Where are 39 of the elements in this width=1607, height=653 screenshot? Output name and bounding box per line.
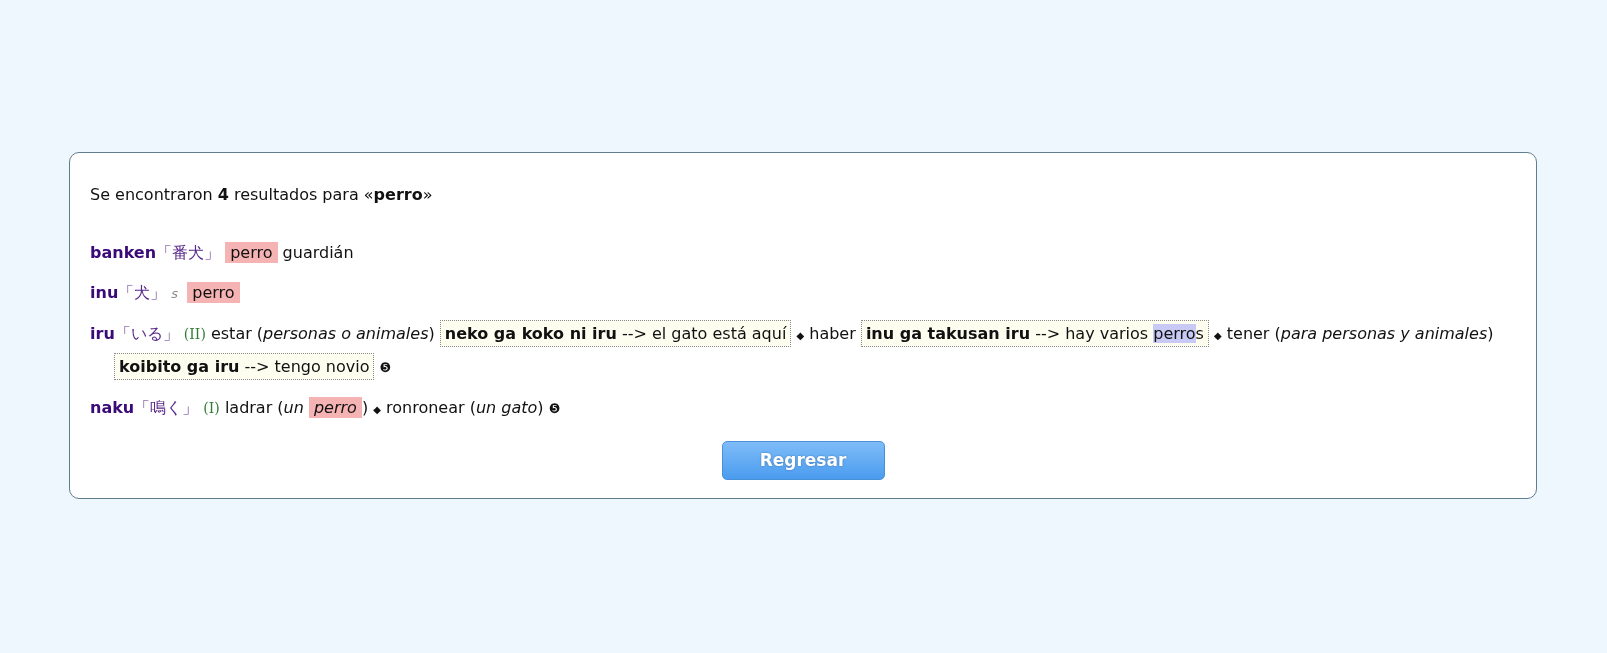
arrow-text: --> — [1035, 324, 1061, 343]
kanji-reading: 「鳴く」 — [134, 398, 199, 417]
headword: naku — [90, 398, 135, 417]
kanji-reading: 「番犬」 — [156, 243, 221, 262]
definition-text: tengo novio — [274, 357, 370, 376]
match-highlight: perro — [187, 282, 240, 303]
example-source: koibito ga iru — [119, 357, 240, 376]
back-button[interactable]: Regresar — [721, 441, 885, 480]
example-source: inu ga takusan iru — [865, 324, 1031, 343]
arrow-text: --> — [244, 357, 270, 376]
headword: banken — [90, 243, 157, 262]
match-highlight: perro — [225, 242, 278, 263]
kanji-reading: 「いる」 — [114, 324, 179, 343]
match-highlight: perro — [308, 397, 362, 418]
word-tag: s — [171, 286, 179, 301]
results-summary: Se encontraron 4 resultados para «perro» — [90, 184, 433, 206]
separator-icon: ◆ — [1213, 330, 1222, 341]
match-highlight: perro — [1153, 324, 1196, 343]
note-icon: ❺ — [548, 401, 561, 416]
definition-text: guardián — [282, 243, 354, 262]
note-icon: ❺ — [379, 360, 392, 375]
kanji-reading: 「犬」 — [118, 283, 167, 302]
definition-text: ) — [361, 398, 369, 417]
definition-text: el gato está aquí — [652, 324, 787, 343]
definition-text: s — [1195, 324, 1204, 343]
separator-icon: ◆ — [796, 330, 805, 341]
example-source: neko ga koko ni iru — [444, 324, 617, 343]
verb-class: (II) — [183, 326, 206, 342]
definition-text: estar (personas o animales) — [210, 324, 435, 343]
definition-text: ronronear (un gato) — [386, 398, 544, 417]
definition-text: haber — [809, 324, 856, 343]
verb-class: (I) — [203, 400, 220, 416]
headword: inu — [90, 283, 119, 302]
headword: iru — [90, 324, 115, 343]
separator-icon: ◆ — [373, 404, 381, 415]
definition-text: ladrar (un — [224, 398, 304, 417]
definition-text: hay varios — [1065, 324, 1149, 343]
definition-text: tener (para personas y animales) — [1226, 324, 1494, 343]
arrow-text: --> — [621, 324, 647, 343]
